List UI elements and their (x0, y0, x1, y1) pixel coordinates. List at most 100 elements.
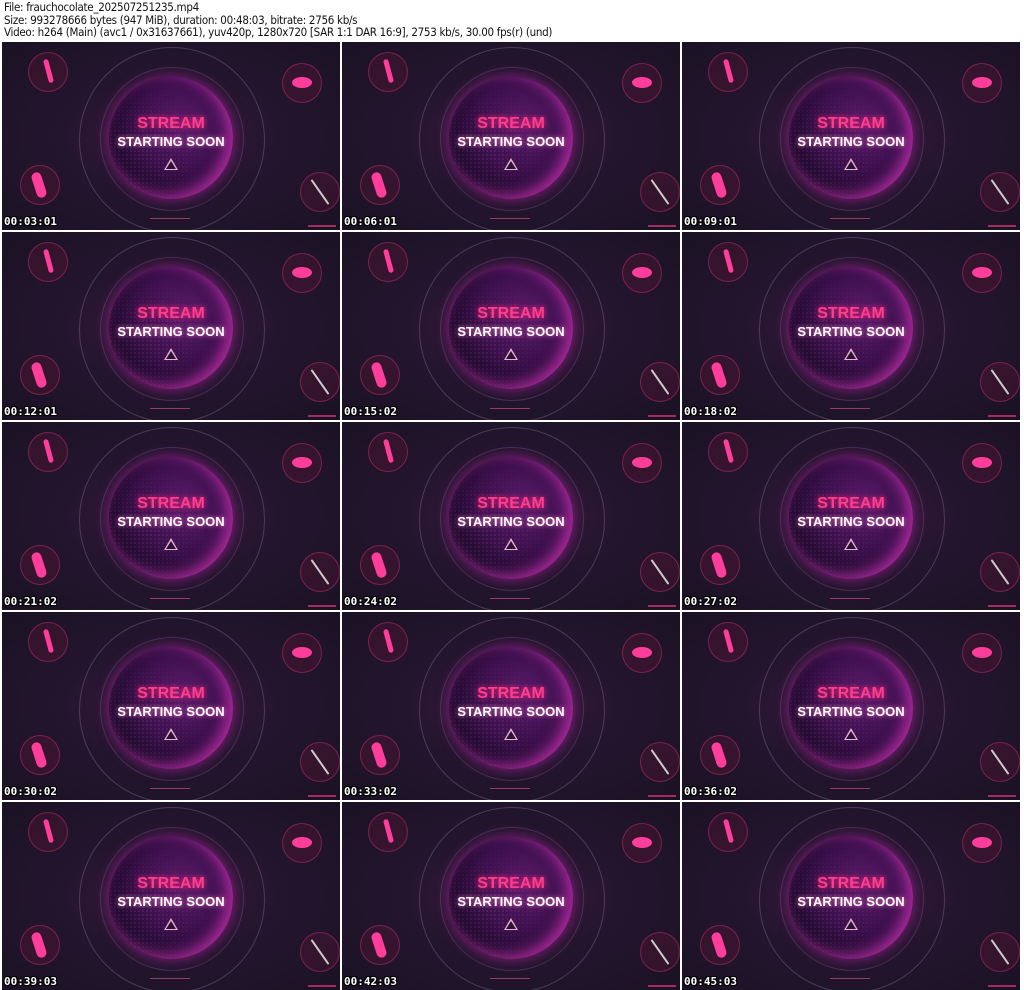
toy-badge-icon (962, 443, 1002, 483)
stream-title: STREAM (137, 305, 205, 322)
bottom-bar (150, 598, 190, 599)
starting-soon-text: STARTING SOON (457, 894, 565, 909)
toy-badge-icon (700, 735, 740, 775)
toy-badge-icon (962, 633, 1002, 673)
bottom-bar (830, 408, 870, 409)
starting-soon-text: STARTING SOON (117, 894, 225, 909)
timestamp: 00:18:02 (684, 405, 737, 418)
toy-badge-icon (360, 355, 400, 395)
brand-logo (308, 415, 336, 417)
video-thumbnail[interactable]: STREAM STARTING SOON 00:09:01 (682, 42, 1020, 230)
stream-title: STREAM (817, 685, 885, 702)
toy-badge-icon (360, 735, 400, 775)
video-thumbnail[interactable]: STREAM STARTING SOON 00:06:01 (342, 42, 680, 230)
video-thumbnail[interactable]: STREAM STARTING SOON 00:45:03 (682, 802, 1020, 990)
video-thumbnail[interactable]: STREAM STARTING SOON 00:30:02 (2, 612, 340, 800)
toy-badge-icon (282, 443, 322, 483)
video-thumbnail[interactable]: STREAM STARTING SOON 00:21:02 (2, 422, 340, 610)
starting-soon-text: STARTING SOON (457, 704, 565, 719)
brand-logo (308, 795, 336, 797)
brand-logo (988, 415, 1016, 417)
stream-title: STREAM (137, 495, 205, 512)
starting-soon-text: STARTING SOON (117, 514, 225, 529)
bottom-bar (830, 978, 870, 979)
starting-soon-text: STARTING SOON (797, 514, 905, 529)
toy-badge-icon (368, 622, 408, 662)
stream-title: STREAM (137, 115, 205, 132)
starting-soon-text: STARTING SOON (797, 324, 905, 339)
starting-soon-text: STARTING SOON (117, 134, 225, 149)
brand-logo (988, 795, 1016, 797)
toy-badge-icon (300, 552, 340, 592)
video-thumbnail[interactable]: STREAM STARTING SOON 00:36:02 (682, 612, 1020, 800)
brand-logo (308, 985, 336, 987)
bottom-bar (490, 788, 530, 789)
thumbnail-grid: STREAM STARTING SOON 00:03:01 STREAM STA… (2, 42, 1022, 990)
bottom-bar (490, 978, 530, 979)
video-thumbnail[interactable]: STREAM STARTING SOON 00:24:02 (342, 422, 680, 610)
video-thumbnail[interactable]: STREAM STARTING SOON 00:03:01 (2, 42, 340, 230)
bottom-bar (490, 408, 530, 409)
toy-badge-icon (622, 823, 662, 863)
bottom-bar (830, 218, 870, 219)
toy-badge-icon (360, 925, 400, 965)
toy-badge-icon (28, 812, 68, 852)
timestamp: 00:09:01 (684, 215, 737, 228)
toy-badge-icon (20, 355, 60, 395)
toy-badge-icon (708, 242, 748, 282)
toy-badge-icon (980, 172, 1020, 212)
stream-title: STREAM (817, 875, 885, 892)
video-thumbnail[interactable]: STREAM STARTING SOON 00:39:03 (2, 802, 340, 990)
toy-badge-icon (20, 735, 60, 775)
toy-badge-icon (622, 443, 662, 483)
toy-badge-icon (640, 742, 680, 782)
stream-title: STREAM (477, 305, 545, 322)
stream-title: STREAM (137, 685, 205, 702)
toy-badge-icon (700, 355, 740, 395)
triangle-icon (504, 348, 518, 360)
starting-soon-text: STARTING SOON (457, 514, 565, 529)
timestamp: 00:27:02 (684, 595, 737, 608)
toy-badge-icon (708, 52, 748, 92)
toy-badge-icon (700, 545, 740, 585)
starting-soon-text: STARTING SOON (797, 704, 905, 719)
toy-badge-icon (282, 63, 322, 103)
toy-badge-icon (700, 925, 740, 965)
starting-soon-text: STARTING SOON (797, 134, 905, 149)
toy-badge-icon (28, 242, 68, 282)
bottom-bar (490, 218, 530, 219)
toy-badge-icon (980, 552, 1020, 592)
toy-badge-icon (368, 52, 408, 92)
toy-badge-icon (368, 432, 408, 472)
triangle-icon (844, 348, 858, 360)
video-thumbnail[interactable]: STREAM STARTING SOON 00:18:02 (682, 232, 1020, 420)
brand-logo (648, 985, 676, 987)
starting-soon-text: STARTING SOON (117, 704, 225, 719)
video-info-line: Video: h264 (Main) (avc1 / 0x31637661), … (4, 25, 553, 39)
triangle-icon (164, 158, 178, 170)
toy-badge-icon (708, 622, 748, 662)
brand-logo (988, 985, 1016, 987)
toy-badge-icon (708, 812, 748, 852)
toy-badge-icon (282, 633, 322, 673)
toy-badge-icon (640, 932, 680, 972)
bottom-bar (150, 218, 190, 219)
bottom-bar (830, 598, 870, 599)
timestamp: 00:36:02 (684, 785, 737, 798)
triangle-icon (164, 728, 178, 740)
toy-badge-icon (368, 242, 408, 282)
toy-badge-icon (20, 925, 60, 965)
toy-badge-icon (282, 253, 322, 293)
triangle-icon (844, 728, 858, 740)
timestamp: 00:45:03 (684, 975, 737, 988)
video-thumbnail[interactable]: STREAM STARTING SOON 00:27:02 (682, 422, 1020, 610)
toy-badge-icon (640, 552, 680, 592)
toy-badge-icon (962, 253, 1002, 293)
triangle-icon (164, 918, 178, 930)
video-thumbnail[interactable]: STREAM STARTING SOON 00:12:01 (2, 232, 340, 420)
stream-title: STREAM (817, 305, 885, 322)
timestamp: 00:06:01 (344, 215, 397, 228)
video-thumbnail[interactable]: STREAM STARTING SOON 00:15:02 (342, 232, 680, 420)
video-thumbnail[interactable]: STREAM STARTING SOON 00:42:03 (342, 802, 680, 990)
video-thumbnail[interactable]: STREAM STARTING SOON 00:33:02 (342, 612, 680, 800)
